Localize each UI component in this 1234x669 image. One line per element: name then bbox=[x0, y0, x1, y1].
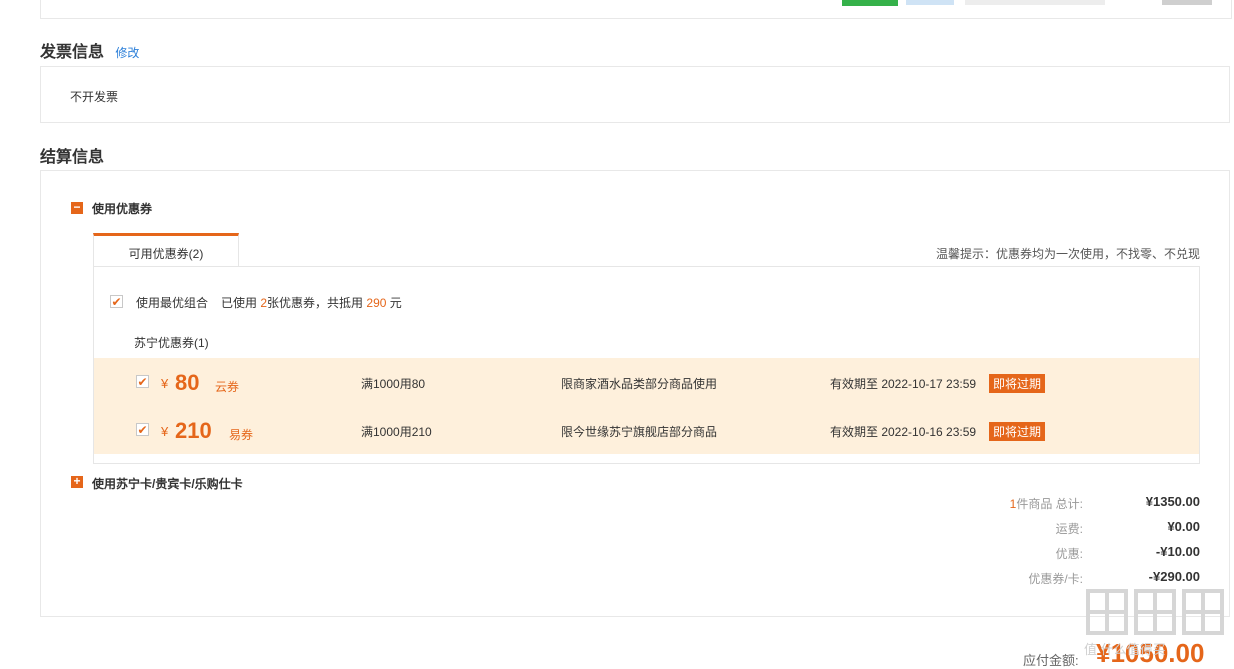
invoice-header: 发票信息 修改 bbox=[40, 38, 139, 62]
expand-icon[interactable]: + bbox=[71, 475, 83, 488]
coupon-card-label: 优惠券/卡: bbox=[1028, 572, 1083, 586]
best-combo-checkbox[interactable]: ✔ bbox=[110, 295, 123, 308]
used-prefix: 已使用 bbox=[221, 296, 258, 310]
coupon-tip: 温馨提示：优惠券均为一次使用，不找零、不兑现 bbox=[936, 247, 1201, 261]
partial-link[interactable] bbox=[906, 0, 954, 5]
invoice-value: 不开发票 bbox=[70, 90, 119, 104]
best-combo-summary: 已使用 2张优惠券，共抵用 290 元 bbox=[221, 294, 402, 311]
coupon-type: 易券 bbox=[229, 428, 254, 442]
coupon-group-label: 苏宁优惠券(1) bbox=[134, 336, 209, 350]
settlement-title: 结算信息 bbox=[40, 149, 105, 166]
coupon-type: 云券 bbox=[215, 380, 240, 394]
payable-label: 应付金额: bbox=[1023, 653, 1079, 668]
shipping-value: ¥0.00 bbox=[1167, 519, 1200, 534]
expiring-badge: 即将过期 bbox=[989, 374, 1046, 393]
items-total-value: ¥1350.00 bbox=[1145, 494, 1200, 509]
card-toggle-label[interactable]: 使用苏宁卡/贵宾卡/乐购仕卡 bbox=[92, 475, 243, 492]
coupon-currency: ¥ bbox=[161, 376, 169, 391]
coupon-scope: 限商家酒水品类部分商品使用 bbox=[561, 377, 718, 391]
coupon-expiry: 有效期至 2022-10-17 23:59 bbox=[830, 377, 977, 391]
used-amount: 290 bbox=[366, 296, 387, 310]
partial-green-badge bbox=[842, 0, 898, 6]
coupon-amount: 210 bbox=[175, 418, 212, 443]
collapse-icon[interactable]: − bbox=[71, 201, 83, 214]
partial-text bbox=[965, 0, 1105, 5]
items-total-label: 1件商品 总计: bbox=[883, 495, 1083, 512]
coupon-rule: 满1000用80 bbox=[361, 377, 426, 391]
coupon-card-value: -¥290.00 bbox=[1148, 569, 1200, 584]
best-combo-label: 使用最优组合 bbox=[136, 296, 209, 310]
coupon-expiry: 有效期至 2022-10-16 23:59 bbox=[830, 425, 977, 439]
coupon-row[interactable]: ✔ ¥ 80 云券 满1000用80 限商家酒水品类部分商品使用 有效期至 20… bbox=[94, 358, 1199, 406]
partial-text-right bbox=[1162, 0, 1212, 5]
invoice-edit-link[interactable]: 修改 bbox=[115, 46, 139, 60]
invoice-title: 发票信息 bbox=[40, 44, 105, 61]
coupon-rule: 满1000用210 bbox=[361, 425, 432, 439]
coupon-checkbox[interactable]: ✔ bbox=[136, 375, 149, 388]
coupon-checkbox[interactable]: ✔ bbox=[136, 423, 149, 436]
used-unit: 元 bbox=[389, 296, 402, 310]
watermark-text: 值 什么值得买 bbox=[1084, 642, 1166, 657]
coupon-toggle-label[interactable]: 使用优惠券 bbox=[92, 200, 152, 217]
watermark-logo: 值 什么值得买 bbox=[1084, 585, 1226, 668]
coupon-currency: ¥ bbox=[161, 424, 169, 439]
shipping-label: 运费: bbox=[1055, 522, 1083, 536]
tab-available-coupons[interactable]: 可用优惠券(2) bbox=[93, 233, 239, 267]
used-mid: 张优惠券，共抵用 bbox=[267, 296, 364, 310]
discount-value: -¥10.00 bbox=[1155, 544, 1200, 559]
expiring-badge: 即将过期 bbox=[989, 422, 1046, 441]
discount-label: 优惠: bbox=[1055, 547, 1083, 561]
coupon-amount: 80 bbox=[175, 370, 200, 395]
coupon-row[interactable]: ✔ ¥ 210 易券 满1000用210 限今世缘苏宁旗舰店部分商品 有效期至 … bbox=[94, 406, 1199, 454]
invoice-box: 不开发票 bbox=[40, 66, 1230, 123]
coupon-scope: 限今世缘苏宁旗舰店部分商品 bbox=[561, 425, 718, 439]
